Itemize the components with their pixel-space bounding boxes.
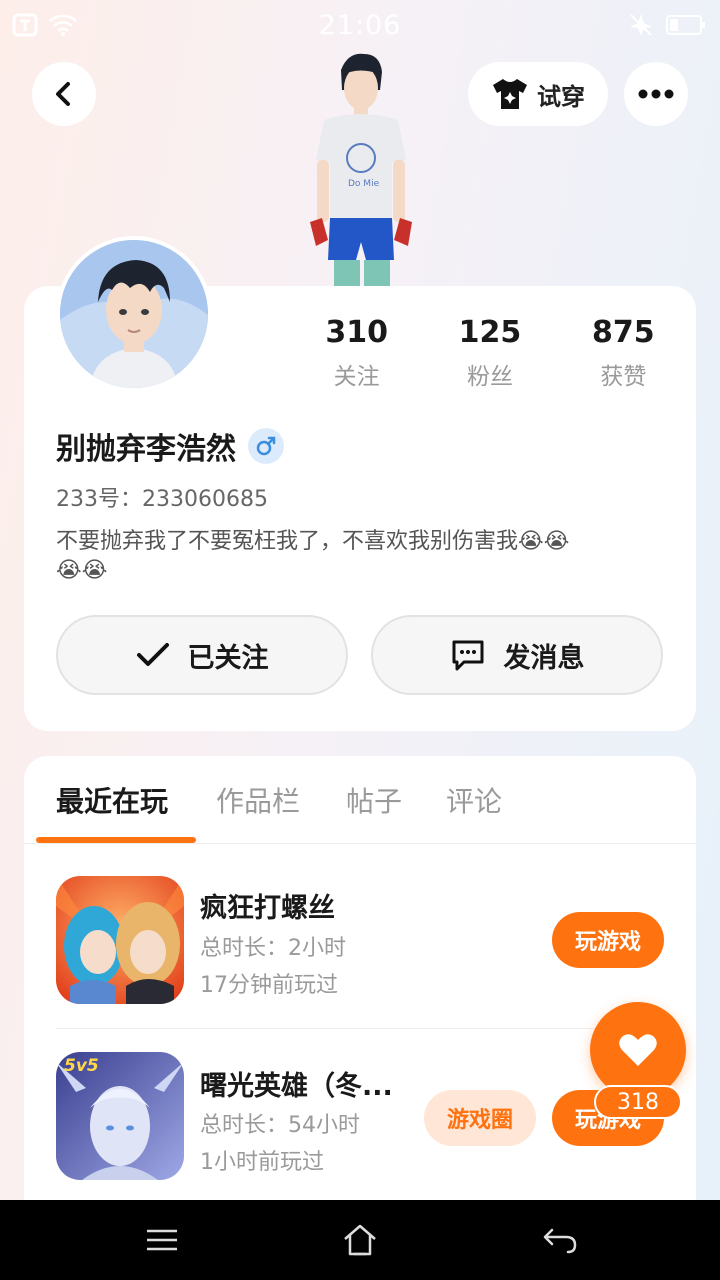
stat-value: 125	[458, 315, 522, 350]
svg-text:Do Mie: Do Mie	[348, 179, 380, 189]
stat-following[interactable]: 310 关注	[290, 315, 423, 391]
user-id: 233号：233060685	[56, 487, 268, 512]
game-badge: 5v5	[64, 1056, 99, 1076]
more-dots-icon	[638, 89, 674, 99]
chevron-left-icon	[56, 82, 70, 106]
username: 别抛弃李浩然	[56, 432, 236, 467]
send-message-label: 发消息	[503, 642, 585, 674]
game-title[interactable]: 曙光英雄（冬...	[200, 1064, 393, 1103]
tshirt-sparkle-icon	[493, 79, 527, 109]
stat-label: 粉丝	[466, 364, 513, 390]
tab-posts[interactable]: 帖子	[346, 780, 402, 820]
game-circle-button[interactable]: 游戏圈	[424, 1090, 536, 1146]
game-total-duration: 总时长：2小时	[200, 936, 346, 961]
status-bar: 21:06	[0, 0, 720, 50]
heart-icon	[619, 1034, 657, 1066]
play-game-button[interactable]: 玩游戏	[552, 912, 664, 968]
checkmark-icon	[136, 643, 169, 666]
home-icon[interactable]	[340, 1220, 380, 1260]
stat-label: 关注	[333, 364, 380, 390]
profile-stats: 310 关注 125 粉丝 875 获赞	[290, 315, 690, 391]
game-total-duration: 总时长：54小时	[200, 1113, 360, 1138]
game-icon-dawn-heroes[interactable]: 5v5	[56, 1052, 184, 1180]
user-bio: 不要抛弃我了不要冤枉我了，不喜欢我别伤害我😭😭😭😭	[56, 529, 570, 583]
game-last-played: 1小时前玩过	[200, 1150, 324, 1175]
status-right-icons	[628, 12, 706, 38]
following-label: 已关注	[187, 642, 269, 674]
row-divider	[56, 1028, 668, 1029]
try-on-button[interactable]: 试穿	[468, 62, 608, 126]
try-on-label: 试穿	[537, 82, 585, 111]
system-nav-bar	[0, 1200, 720, 1280]
stat-label: 获赞	[600, 364, 647, 390]
male-gender-icon	[248, 428, 284, 464]
menu-icon[interactable]	[142, 1220, 182, 1260]
back-nav-icon[interactable]	[540, 1220, 580, 1260]
username-row: 别抛弃李浩然	[56, 424, 284, 468]
game-icon-screw[interactable]	[56, 876, 184, 1004]
like-button[interactable]	[590, 1002, 686, 1098]
stat-value: 875	[592, 315, 655, 350]
back-button[interactable]	[32, 62, 96, 126]
avatar-character-figure: Do Mie	[296, 50, 426, 290]
following-button[interactable]: 已关注	[56, 615, 348, 695]
tab-works[interactable]: 作品栏	[216, 780, 300, 820]
more-options-button[interactable]	[624, 62, 688, 126]
send-message-button[interactable]: 发消息	[371, 615, 663, 695]
battery-icon	[666, 15, 705, 35]
game-title[interactable]: 疯狂打螺丝	[200, 886, 335, 925]
game-last-played: 17分钟前玩过	[200, 973, 338, 998]
tab-divider	[24, 843, 696, 844]
stat-followers[interactable]: 125 粉丝	[423, 315, 556, 391]
like-count: 318	[594, 1085, 682, 1119]
stat-value: 310	[325, 315, 388, 350]
tab-recently-played[interactable]: 最近在玩	[56, 780, 168, 820]
tab-comments[interactable]: 评论	[446, 780, 502, 820]
stat-likes[interactable]: 875 获赞	[557, 315, 690, 391]
status-time: 21:06	[318, 10, 402, 41]
avatar[interactable]	[56, 236, 212, 392]
chat-bubble-icon	[452, 640, 483, 671]
airplane-mode-icon	[630, 14, 652, 36]
